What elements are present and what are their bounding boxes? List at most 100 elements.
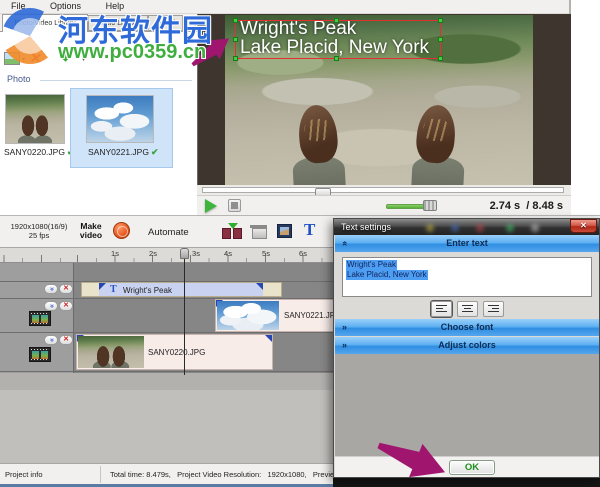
chevron-up-icon: » — [339, 240, 350, 247]
clip-thumbnail — [217, 301, 279, 330]
stop-button[interactable] — [228, 199, 241, 212]
text-line-selected: Wright's Peak — [346, 260, 397, 270]
collapse-track-button[interactable]: » — [44, 284, 58, 294]
dialog-title: Text settings — [341, 222, 392, 232]
resize-handle[interactable] — [334, 56, 339, 61]
delete-icon: ✕ — [63, 336, 69, 343]
photo-thumbnail-sany0221[interactable] — [86, 95, 154, 143]
background-window-strip — [569, 0, 600, 220]
glass-reflection — [506, 224, 514, 232]
total-time: 8.48 s — [532, 200, 563, 212]
move-down-icon[interactable]: ⬇ — [60, 49, 71, 65]
close-icon[interactable]: ✕ — [570, 219, 597, 233]
record-button[interactable] — [113, 222, 130, 239]
align-left-button[interactable] — [431, 301, 452, 317]
glass-reflection — [476, 224, 484, 232]
group-divider — [40, 80, 192, 81]
menu-file[interactable]: File — [0, 0, 37, 11]
fps-value: 25 fps — [28, 231, 50, 240]
tab-scroll-button[interactable]: ◂▸ — [184, 16, 196, 30]
move-down-caret-icon[interactable]: ▾ — [82, 56, 85, 63]
add-transition-icon[interactable] — [222, 223, 243, 239]
resize-handle[interactable] — [438, 56, 443, 61]
text-line-selected: Lake Placid, New York — [346, 270, 428, 280]
make-video-button[interactable]: Make video — [76, 222, 106, 240]
add-photo-caret-icon[interactable]: ▾ — [22, 56, 25, 63]
section-choose-font[interactable]: » Choose font — [335, 319, 599, 336]
delete-track-button[interactable]: ✕ — [59, 335, 73, 345]
timeline-text-clip[interactable]: T Wright's Peak — [81, 282, 282, 297]
playhead-line — [184, 259, 185, 375]
menu-options[interactable]: Options — [39, 0, 92, 11]
seek-track[interactable] — [202, 187, 564, 198]
add-photo-icon[interactable] — [4, 52, 20, 65]
add-photo-clip-icon[interactable] — [277, 224, 292, 238]
check-icon: ✔ — [150, 147, 159, 157]
tab-transitions[interactable]: Transi — [148, 15, 183, 31]
photo-group-label: Photo — [7, 74, 31, 84]
align-center-icon — [462, 305, 473, 313]
section-label: Adjust colors — [438, 340, 496, 350]
resize-handle[interactable] — [334, 18, 339, 23]
section-enter-text[interactable]: » Enter text — [335, 235, 599, 252]
ruler-label: 6s — [299, 249, 307, 258]
section-adjust-colors[interactable]: » Adjust colors — [335, 337, 599, 354]
dialog-title-bar[interactable]: Text settings — [334, 219, 599, 235]
align-right-button[interactable] — [483, 301, 504, 317]
clip-corner-marker — [265, 335, 272, 342]
chevron-right-icon: » — [342, 340, 348, 350]
photo-filename: SANY0221.JPG ✔ — [88, 147, 159, 158]
add-text-icon[interactable]: T — [304, 220, 315, 240]
align-center-button[interactable] — [457, 301, 478, 317]
clip-corner-marker — [256, 283, 263, 290]
photo-thumbnail-sany0220[interactable] — [5, 94, 65, 144]
ruler-label: 3s — [192, 249, 200, 258]
library-panel: Photo/Video Library Audio Library Transi… — [0, 14, 197, 215]
play-button[interactable] — [205, 199, 217, 213]
tab-photo-video-library[interactable]: Photo/Video Library — [2, 14, 88, 32]
text-input-area[interactable]: Wright's Peak Lake Placid, New York — [342, 257, 592, 297]
automate-button[interactable]: Automate — [148, 227, 189, 238]
section-label: Choose font — [440, 322, 494, 332]
resize-handle[interactable] — [233, 56, 238, 61]
hiking-boot-right — [414, 103, 458, 165]
timeline-video-clip-sany0220[interactable]: SANY0220.JPG — [76, 334, 273, 370]
chevron-right-icon: » — [342, 322, 348, 332]
seek-bar — [197, 185, 571, 198]
text-selection-box[interactable] — [233, 18, 443, 61]
align-left-icon — [436, 305, 447, 313]
align-right-icon — [488, 305, 499, 313]
glass-reflection — [426, 224, 434, 232]
ruler-label: 4s — [224, 249, 232, 258]
dialog-button-row: OK — [335, 456, 599, 477]
delete-track-button[interactable]: ✕ — [59, 284, 73, 294]
section-label: Enter text — [446, 238, 488, 248]
collapse-track-button[interactable]: » — [44, 301, 58, 311]
resize-handle[interactable] — [438, 18, 443, 23]
resize-handle[interactable] — [233, 18, 238, 23]
ruler-label: 5s — [262, 249, 270, 258]
playhead-handle[interactable] — [180, 248, 189, 259]
hiking-boot-left — [296, 103, 340, 165]
resize-handle[interactable] — [438, 37, 443, 42]
collapse-track-button[interactable]: » — [44, 335, 58, 345]
tab-audio-library[interactable]: Audio Library — [88, 15, 148, 31]
glass-reflection — [531, 224, 539, 232]
delete-track-button[interactable]: ✕ — [59, 301, 73, 311]
resize-handle[interactable] — [233, 37, 238, 42]
collapse-icon: » — [48, 304, 55, 308]
menu-help[interactable]: Help — [95, 0, 136, 11]
add-screen-icon[interactable] — [250, 225, 267, 239]
ruler-label: 1s — [111, 249, 119, 258]
photo-filename: SANY0220.JPG✔ — [4, 147, 75, 158]
clip-corner-marker — [99, 283, 106, 290]
scroll-right-icon: ▸ — [190, 20, 193, 26]
delete-icon: ✕ — [63, 302, 69, 309]
resolution-value: 1920x1080(16/9) — [10, 222, 68, 231]
volume-thumb[interactable] — [423, 200, 437, 211]
transport-controls: 2.74 s / 8.48 s — [197, 195, 571, 215]
ok-button[interactable]: OK — [449, 460, 495, 475]
delete-photo-icon[interactable]: ✕ — [29, 49, 43, 67]
transition-arrow — [228, 223, 238, 229]
time-display: 2.74 s / 8.48 s — [490, 200, 563, 212]
